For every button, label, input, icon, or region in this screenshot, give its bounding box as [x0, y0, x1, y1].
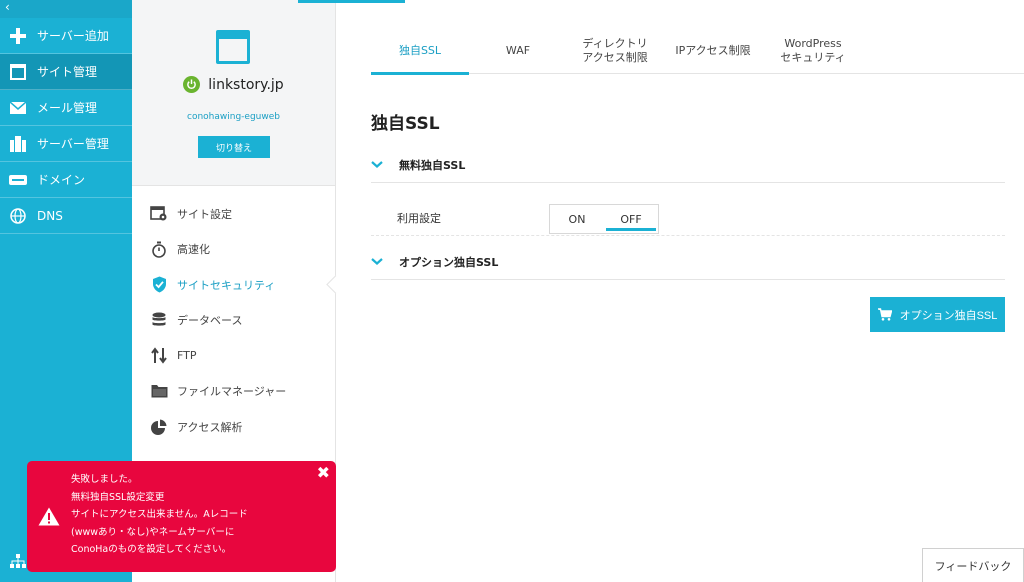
globe-icon	[9, 207, 27, 225]
option-ssl-cart-button[interactable]: オプション独自SSL	[870, 297, 1005, 332]
free-ssl-section-toggle[interactable]: 無料独自SSL	[371, 147, 1005, 183]
toast-line: サイトにアクセス出来ません。Aレコード	[71, 509, 248, 520]
site-menu: サイト設定 高速化 サイトセキュリティ データベース FTP ファイルマネージャ…	[132, 186, 335, 445]
cart-icon	[877, 308, 892, 321]
transfer-arrows-icon	[149, 347, 169, 365]
security-tabs: 独自SSL WAF ディレクトリ アクセス制限 IPアクセス制限 WordPre…	[371, 28, 1024, 75]
tab-label: IPアクセス制限	[675, 44, 751, 57]
switch-site-button[interactable]: 切り替え	[198, 136, 270, 158]
tab-label: ディレクトリ	[582, 37, 648, 50]
page-title: 独自SSL	[371, 114, 440, 134]
menu-item-label: アクセス解析	[177, 420, 243, 434]
toggle-off-option[interactable]: OFF	[604, 205, 658, 233]
pie-chart-icon	[149, 418, 169, 436]
toast-line: (wwwあり・なし)やネームサーバーに	[71, 526, 235, 538]
tab-directory-access[interactable]: ディレクトリ アクセス制限	[567, 28, 663, 74]
menu-item-label: FTP	[177, 349, 197, 363]
sidebar-item-server-management[interactable]: サーバー管理	[0, 126, 132, 162]
usage-setting-label: 利用設定	[397, 212, 441, 225]
menu-item-file-manager[interactable]: ファイルマネージャー	[132, 374, 335, 410]
menu-item-site-security[interactable]: サイトセキュリティ	[132, 267, 335, 303]
tab-waf[interactable]: WAF	[469, 28, 567, 74]
shield-check-icon	[149, 276, 169, 294]
sidebar-item-mail-management[interactable]: メール管理	[0, 90, 132, 126]
toast-line: ConoHaのものを設定してください。	[71, 544, 232, 555]
section-label: オプション独自SSL	[399, 255, 499, 269]
database-icon	[149, 311, 169, 329]
tab-label-line2: アクセス制限	[582, 51, 648, 64]
menu-item-site-settings[interactable]: サイト設定	[132, 196, 335, 232]
sidebar-item-label: ドメイン	[37, 173, 86, 187]
window-icon	[9, 63, 27, 81]
chevron-left-icon: ‹	[5, 0, 10, 14]
close-icon[interactable]: ✖	[317, 465, 330, 481]
site-name: linkstory.jp	[208, 76, 284, 93]
site-settings-icon	[149, 205, 169, 223]
sidebar-item-label: サイト管理	[37, 65, 98, 79]
site-window-icon	[216, 30, 250, 64]
toggle-on-option[interactable]: ON	[550, 205, 604, 233]
server-icon	[9, 135, 27, 153]
tab-label: WAF	[505, 44, 531, 57]
tab-label: WordPress	[784, 37, 842, 50]
usage-setting-row: 利用設定 ON OFF	[371, 196, 1005, 236]
sidebar-collapse-button[interactable]: ‹	[0, 0, 132, 18]
site-name-row: linkstory.jp	[132, 76, 335, 93]
menu-item-access-analytics[interactable]: アクセス解析	[132, 409, 335, 445]
menu-item-ftp[interactable]: FTP	[132, 338, 335, 374]
chevron-down-icon	[371, 161, 383, 169]
tab-ssl[interactable]: 独自SSL	[371, 28, 469, 75]
main-content: 独自SSL WAF ディレクトリ アクセス制限 IPアクセス制限 WordPre…	[337, 0, 1024, 582]
mail-icon	[9, 99, 27, 117]
error-toast: ✖ 失敗しました。 無料独自SSL設定変更 サイトにアクセス出来ません。Aレコー…	[27, 461, 336, 572]
tab-ip-access[interactable]: IPアクセス制限	[663, 28, 763, 74]
section-label: 無料独自SSL	[399, 158, 466, 172]
power-icon	[183, 76, 201, 93]
stopwatch-icon	[149, 240, 169, 258]
tab-label: 独自SSL	[398, 44, 442, 57]
toast-line: 無料独自SSL設定変更	[71, 491, 165, 503]
site-account: conohawing-eguweb	[187, 112, 280, 122]
cart-button-label: オプション独自SSL	[899, 309, 998, 322]
menu-item-label: ファイルマネージャー	[177, 385, 287, 399]
folder-icon	[149, 382, 169, 400]
toast-line: 失敗しました。	[71, 474, 138, 485]
sidebar-item-label: サーバー管理	[37, 137, 109, 151]
sidebar-item-label: メール管理	[37, 101, 98, 115]
sidebar-item-label: DNS	[37, 208, 63, 223]
site-header: linkstory.jp conohawing-eguweb 切り替え	[132, 0, 335, 186]
menu-item-database[interactable]: データベース	[132, 303, 335, 339]
tab-wordpress-security[interactable]: WordPress セキュリティ	[763, 28, 863, 74]
sidebar-item-label: サーバー追加	[37, 29, 109, 43]
domain-icon	[9, 171, 27, 189]
sidebar-item-add-server[interactable]: サーバー追加	[0, 18, 132, 54]
sidebar-item-site-management[interactable]: サイト管理	[0, 54, 132, 90]
menu-item-label: サイト設定	[177, 207, 232, 221]
ssl-on-off-toggle: ON OFF	[549, 204, 659, 234]
menu-item-label: 高速化	[177, 243, 210, 257]
menu-item-label: サイトセキュリティ	[177, 278, 276, 292]
toast-message: 失敗しました。 無料独自SSL設定変更 サイトにアクセス出来ません。Aレコード …	[71, 471, 248, 559]
sitemap-icon[interactable]	[10, 553, 26, 572]
menu-item-speedup[interactable]: 高速化	[132, 232, 335, 268]
menu-item-label: データベース	[177, 314, 243, 328]
feedback-button[interactable]: フィードバック	[922, 548, 1024, 582]
warning-icon	[38, 507, 60, 530]
option-ssl-section-toggle[interactable]: オプション独自SSL	[371, 244, 1005, 280]
sidebar-item-domain[interactable]: ドメイン	[0, 162, 132, 198]
sidebar-item-dns[interactable]: DNS	[0, 198, 132, 234]
chevron-down-icon	[371, 258, 383, 266]
plus-icon	[9, 27, 27, 45]
tab-label-line2: セキュリティ	[780, 51, 846, 64]
